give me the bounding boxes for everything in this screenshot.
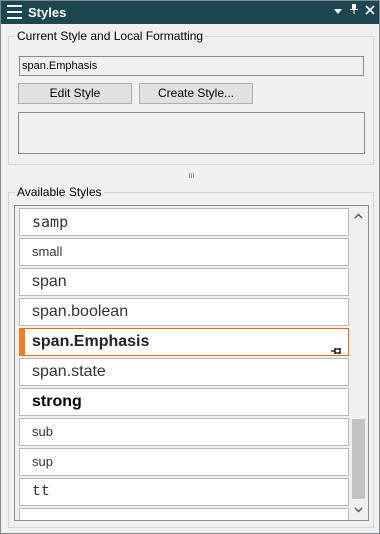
list-item[interactable]: strong (19, 388, 349, 416)
list-item[interactable]: tt (19, 478, 349, 506)
pin-icon[interactable] (346, 3, 362, 21)
styles-list[interactable]: samp small span span.boolean span.Emphas… (14, 205, 369, 521)
title-bar: Styles (1, 1, 379, 24)
current-style-field[interactable]: span.Emphasis (19, 56, 364, 76)
vertical-scrollbar[interactable] (350, 208, 367, 519)
pinned-style-icon[interactable] (331, 338, 342, 354)
create-style-button[interactable]: Create Style... (139, 83, 253, 104)
list-item-label: var (32, 518, 54, 520)
list-item[interactable]: small (19, 238, 349, 266)
list-item[interactable]: samp (19, 208, 349, 236)
list-item-label: span (32, 273, 67, 290)
list-item-label: strong (32, 393, 82, 410)
list-item-selected[interactable]: span.Emphasis (19, 328, 349, 356)
scrollbar-thumb[interactable] (352, 419, 365, 499)
list-item-label: span.boolean (32, 303, 129, 320)
list-item[interactable]: span.state (19, 358, 349, 386)
menu-icon[interactable] (7, 5, 22, 19)
list-item[interactable]: sup (19, 448, 349, 476)
close-icon[interactable] (362, 3, 378, 21)
list-item-label: span.Emphasis (32, 333, 150, 350)
splitter-grip[interactable] (189, 173, 195, 179)
styles-panel: Styles Current Style and Local Formattin… (0, 0, 380, 534)
list-item-label: span.state (32, 363, 106, 380)
list-item-label: sup (32, 454, 53, 469)
scroll-down-icon[interactable] (350, 502, 367, 519)
dropdown-icon[interactable] (330, 3, 346, 21)
list-item-label: small (32, 244, 63, 259)
list-item-label: samp (32, 213, 69, 231)
current-style-group-label: Current Style and Local Formatting (15, 29, 206, 43)
list-item[interactable]: span (19, 268, 349, 296)
list-item[interactable]: sub (19, 418, 349, 446)
edit-style-button[interactable]: Edit Style (18, 83, 132, 104)
scroll-up-icon[interactable] (350, 208, 367, 225)
list-item[interactable]: var (19, 508, 349, 520)
available-styles-group-label: Available Styles (15, 185, 104, 199)
list-item[interactable]: span.boolean (19, 298, 349, 326)
local-formatting-box (18, 112, 365, 154)
list-item-label: sub (32, 424, 53, 439)
list-item-label: tt (32, 483, 51, 500)
panel-title: Styles (28, 5, 67, 20)
